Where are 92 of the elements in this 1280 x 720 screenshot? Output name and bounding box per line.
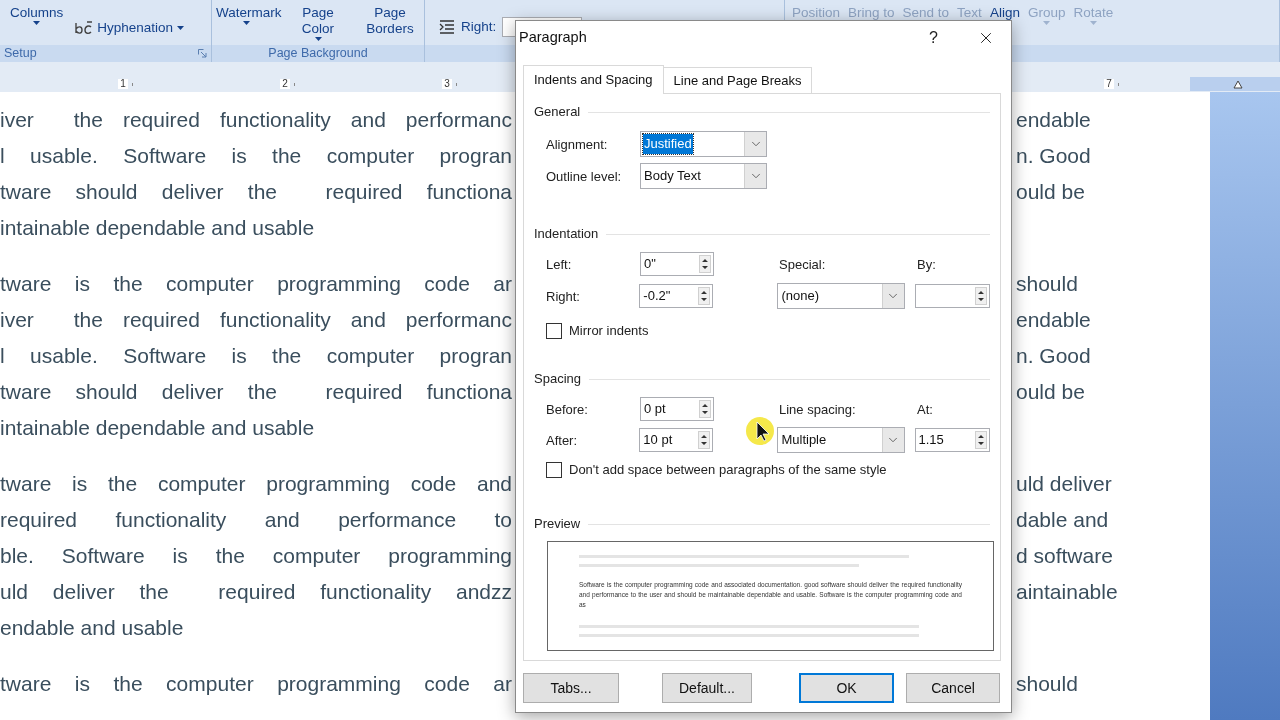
document-text-line: tware should deliver the required functiona: [0, 179, 512, 205]
document-text-line: iver the required functionality and performanc: [0, 107, 512, 133]
document-text-line: ble. Software is the computer programming: [0, 543, 512, 569]
caret-icon: [1089, 21, 1097, 25]
document-text-line: ould be: [1015, 179, 1086, 205]
dialog-button[interactable]: Tabs...: [523, 673, 619, 703]
help-button[interactable]: ?: [929, 25, 938, 50]
document-text-line: endable: [1015, 107, 1092, 133]
spin-arrows-icon[interactable]: [975, 431, 987, 449]
document-text-line: intainable dependable and usable: [0, 415, 316, 441]
checkbox[interactable]: [546, 462, 562, 478]
field-label: Line spacing:: [779, 402, 856, 417]
group-label: Setup: [4, 45, 37, 63]
indent-marker-icon[interactable]: [1233, 79, 1243, 89]
document-text-line: should: [1015, 271, 1079, 297]
document-text-line: uld deliver: [1015, 471, 1113, 497]
document-text-line: tware is the computer programming code ar: [0, 271, 512, 297]
field-label: Before:: [546, 402, 588, 417]
field-label: Left:: [546, 257, 572, 272]
ribbon-button[interactable]: Page Borders: [356, 0, 424, 37]
document-text-line: n. Good: [1015, 143, 1092, 169]
ribbon-button[interactable]: Hyphenation: [71, 18, 189, 39]
document-text-line: endable and usable: [0, 615, 185, 641]
checkbox-label: Mirror indents: [569, 322, 649, 341]
spin-arrows-icon[interactable]: [975, 287, 987, 305]
field-label: Alignment:: [546, 137, 608, 152]
spin-arrows-icon[interactable]: [699, 255, 711, 273]
dialog-button[interactable]: OK: [799, 673, 894, 703]
caret-icon: [1043, 21, 1051, 25]
document-text-line: endable: [1015, 307, 1092, 333]
dialog-title: Paragraph: [519, 27, 587, 47]
field-label: Right:: [546, 289, 580, 304]
ruler-number: 7: [1104, 79, 1114, 89]
group-label: Page Background: [268, 45, 368, 63]
field-label: Right:: [461, 18, 497, 36]
dialog-button[interactable]: Default...: [662, 673, 752, 703]
field-label: Special:: [779, 257, 826, 272]
document-text-line: d software: [1015, 543, 1114, 569]
indent-right-icon: [439, 20, 455, 35]
dropdown[interactable]: (none): [777, 283, 905, 309]
field-label: Outline level:: [546, 169, 622, 184]
checkbox[interactable]: [546, 323, 562, 339]
checkbox-label: Don't add space between paragraphs of the same style: [569, 461, 887, 480]
caret-icon: [314, 37, 322, 41]
spin-arrows-icon[interactable]: [697, 287, 710, 305]
document-text-line: tware is the computer programming code ar: [0, 671, 512, 697]
field-label: By:: [917, 257, 936, 272]
ribbon-button[interactable]: Watermark: [212, 0, 280, 25]
dialog-tab[interactable]: Line and Page Breaks: [663, 67, 813, 93]
spin-arrows-icon[interactable]: [699, 400, 711, 418]
document-text-line: iver the required functionality and performanc: [0, 307, 512, 333]
spin-field[interactable]: [914, 284, 990, 308]
spin-field[interactable]: 10 pt: [639, 428, 713, 452]
ruler-number: 2: [280, 79, 290, 89]
field-label: After:: [546, 433, 578, 448]
section-title: Indentation: [534, 225, 600, 244]
document-text-line: n. Good: [1015, 343, 1092, 369]
document-text-line: should: [1015, 671, 1079, 697]
spin-field[interactable]: 1.15: [914, 428, 990, 452]
document-text-line: required functionality and performance to: [0, 507, 512, 533]
document-text-line: dable and: [1015, 507, 1110, 533]
document-text-line: ould be: [1015, 379, 1086, 405]
caret-icon: [242, 21, 250, 25]
document-text-line: tware should deliver the required functiona: [0, 379, 512, 405]
ribbon-button[interactable]: Columns: [6, 0, 68, 25]
section-title: Spacing: [534, 370, 582, 389]
section-title: Preview: [534, 515, 582, 534]
spin-arrows-icon[interactable]: [697, 431, 710, 449]
ruler-number: 1: [118, 79, 128, 89]
dialog-button[interactable]: Cancel: [906, 673, 1000, 703]
document-text-line: l usable. Software is the computer progran: [0, 143, 512, 169]
dropdown[interactable]: Multiple: [777, 427, 905, 453]
field-label: At:: [917, 402, 933, 417]
spin-field[interactable]: 0 pt: [640, 397, 714, 421]
spin-field[interactable]: 0": [640, 252, 714, 276]
ribbon-button[interactable]: Page Color: [284, 0, 352, 41]
spin-field[interactable]: -0.2": [639, 284, 713, 308]
hyphenation-icon: [75, 21, 94, 36]
dialog-launcher-icon[interactable]: [198, 49, 207, 58]
caret-icon: [177, 26, 185, 31]
document-text-line: uld deliver the required functionality andzz: [0, 579, 512, 605]
dialog-tab[interactable]: Indents and Spacing: [523, 65, 664, 94]
ruler-number: 3: [442, 79, 452, 89]
document-text-line: aintainable: [1015, 579, 1119, 605]
document-text-line: intainable dependable and usable: [0, 215, 316, 241]
dropdown[interactable]: Justified: [640, 131, 767, 157]
section-title: General: [534, 103, 582, 122]
dropdown[interactable]: Body Text: [640, 163, 767, 189]
mouse-pointer-icon: [745, 416, 775, 446]
document-text-line: tware is the computer programming code and: [0, 471, 512, 497]
document-text-line: l usable. Software is the computer progran: [0, 343, 512, 369]
caret-icon: [33, 21, 41, 25]
